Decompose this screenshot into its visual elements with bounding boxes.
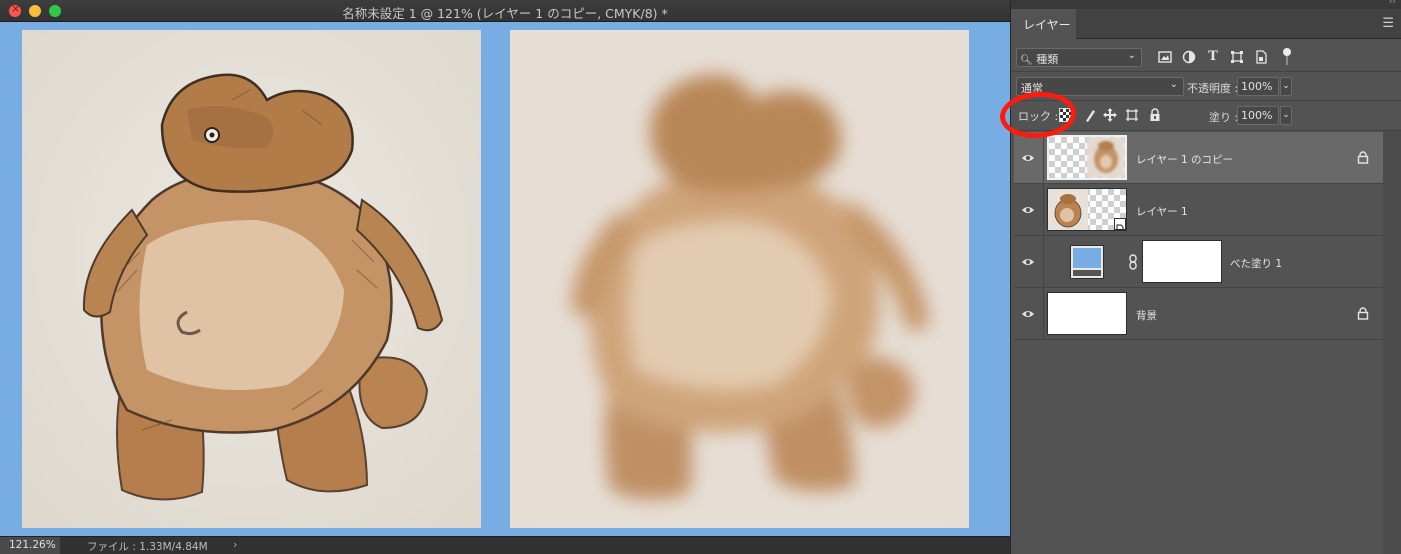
bear-drawing-blurred (510, 30, 969, 528)
link-chain-icon[interactable] (1128, 254, 1138, 270)
image-filter-icon[interactable] (1158, 50, 1172, 64)
panel-collapse-icon[interactable]: ›› (1389, 0, 1396, 7)
smart-object-filter-icon[interactable] (1254, 50, 1268, 64)
chevron-down-icon: ⌄ (1169, 79, 1178, 90)
smart-object-badge-icon (1114, 218, 1126, 230)
layer-divider (1043, 288, 1044, 340)
layer-row-solid-fill[interactable]: べた塗り 1 (1014, 236, 1383, 288)
blend-mode-select[interactable]: 通常 ⌄ (1016, 77, 1184, 96)
layer-divider (1043, 132, 1044, 184)
layer-divider (1043, 236, 1044, 288)
filter-toggle-switch[interactable] (1282, 48, 1292, 66)
layer-thumbnail (1047, 292, 1127, 335)
fill-input[interactable]: 100% (1237, 106, 1279, 125)
document-canvas[interactable] (0, 22, 1010, 536)
opacity-dropdown-button[interactable]: ⌄ (1280, 77, 1292, 96)
layer-name: レイヤー 1 (1136, 206, 1188, 218)
status-menu-arrow[interactable]: › (233, 538, 237, 551)
layer-name: レイヤー 1 のコピー (1136, 154, 1234, 166)
lock-label: ロック : (1018, 110, 1059, 123)
fill-adjust-strip (1073, 270, 1101, 276)
panel-scrollbar[interactable] (1383, 131, 1401, 554)
status-bar: 121.26% ファイル : 1.33M/4.84M › (0, 536, 1010, 554)
file-size-info: ファイル : 1.33M/4.84M (87, 541, 208, 553)
layer-row-background[interactable]: 背景 (1014, 288, 1383, 340)
layer-name: 背景 (1136, 310, 1157, 322)
layer-name: べた塗り 1 (1230, 258, 1283, 270)
layer-row-copy[interactable]: レイヤー 1 のコピー (1014, 132, 1383, 184)
filter-kind-label: 種類 (1036, 53, 1059, 66)
layer-lock-icon (1357, 307, 1369, 320)
toggle-stem (1286, 56, 1288, 65)
bear-drawing-sharp (22, 30, 481, 528)
blend-row: 通常 ⌄ 不透明度 : 100% ⌄ (1011, 72, 1401, 101)
eye-visibility-icon[interactable] (1021, 255, 1035, 269)
lock-transparent-pixels-icon[interactable] (1059, 108, 1073, 122)
layer-row-layer1[interactable]: レイヤー 1 (1014, 184, 1383, 236)
adjustment-filter-icon[interactable] (1182, 50, 1196, 64)
chevron-down-icon: ⌄ (1127, 50, 1136, 61)
lock-row: ロック : 塗り : 100% ⌄ (1011, 101, 1401, 131)
fill-color-thumbnail[interactable] (1070, 245, 1104, 279)
panel-menu-icon[interactable]: ☰ (1382, 16, 1394, 31)
panel-header: レイヤー ☰ (1011, 9, 1401, 40)
tab-layers[interactable]: レイヤー (1011, 9, 1076, 40)
opacity-label: 不透明度 : (1187, 82, 1239, 95)
window-title: 名称未設定 1 @ 121% (レイヤー 1 のコピー, CMYK/8) * (342, 6, 668, 21)
shape-filter-icon[interactable] (1230, 50, 1244, 64)
opacity-input[interactable]: 100% (1237, 77, 1279, 96)
blend-mode-value: 通常 (1021, 82, 1043, 95)
document-window: 名称未設定 1 @ 121% (レイヤー 1 のコピー, CMYK/8) * (0, 0, 1010, 554)
eye-visibility-icon[interactable] (1021, 203, 1035, 217)
layer-thumbnail (1047, 135, 1127, 180)
lock-all-icon[interactable] (1148, 108, 1162, 122)
zoom-level-field[interactable]: 121.26% (0, 537, 60, 554)
eye-visibility-icon[interactable] (1021, 307, 1035, 321)
type-filter-icon[interactable]: T (1206, 50, 1220, 64)
layers-panel: ›› レイヤー ☰ 🔍︎ 種類 ⌄ T 通常 ⌄ 不透明度: 100% ⌄ ロ… (1010, 0, 1401, 554)
layer-thumbnail (1047, 188, 1127, 231)
title-bar[interactable]: 名称未設定 1 @ 121% (レイヤー 1 のコピー, CMYK/8) * (0, 0, 1010, 22)
search-icon: 🔍︎ (1020, 55, 1033, 66)
eye-visibility-icon[interactable] (1021, 151, 1035, 165)
lock-artboard-icon[interactable] (1125, 108, 1139, 122)
layer-lock-icon (1357, 151, 1369, 164)
lock-position-icon[interactable] (1103, 108, 1117, 122)
layer-divider (1043, 184, 1044, 236)
app-root: 名称未設定 1 @ 121% (レイヤー 1 のコピー, CMYK/8) * (0, 0, 1401, 554)
fill-dropdown-button[interactable]: ⌄ (1280, 106, 1292, 125)
lock-image-pixels-icon[interactable] (1083, 108, 1097, 122)
fill-label: 塗り : (1209, 111, 1239, 124)
filter-kind-select[interactable]: 🔍︎ 種類 ⌄ (1016, 48, 1142, 67)
panel-dock-strip: ›› (1011, 0, 1401, 9)
fill-color-swatch (1073, 248, 1101, 268)
toggle-knob (1283, 48, 1291, 56)
layer-mask-thumbnail[interactable] (1142, 240, 1222, 283)
layer-filter-row: 🔍︎ 種類 ⌄ T (1011, 40, 1401, 72)
